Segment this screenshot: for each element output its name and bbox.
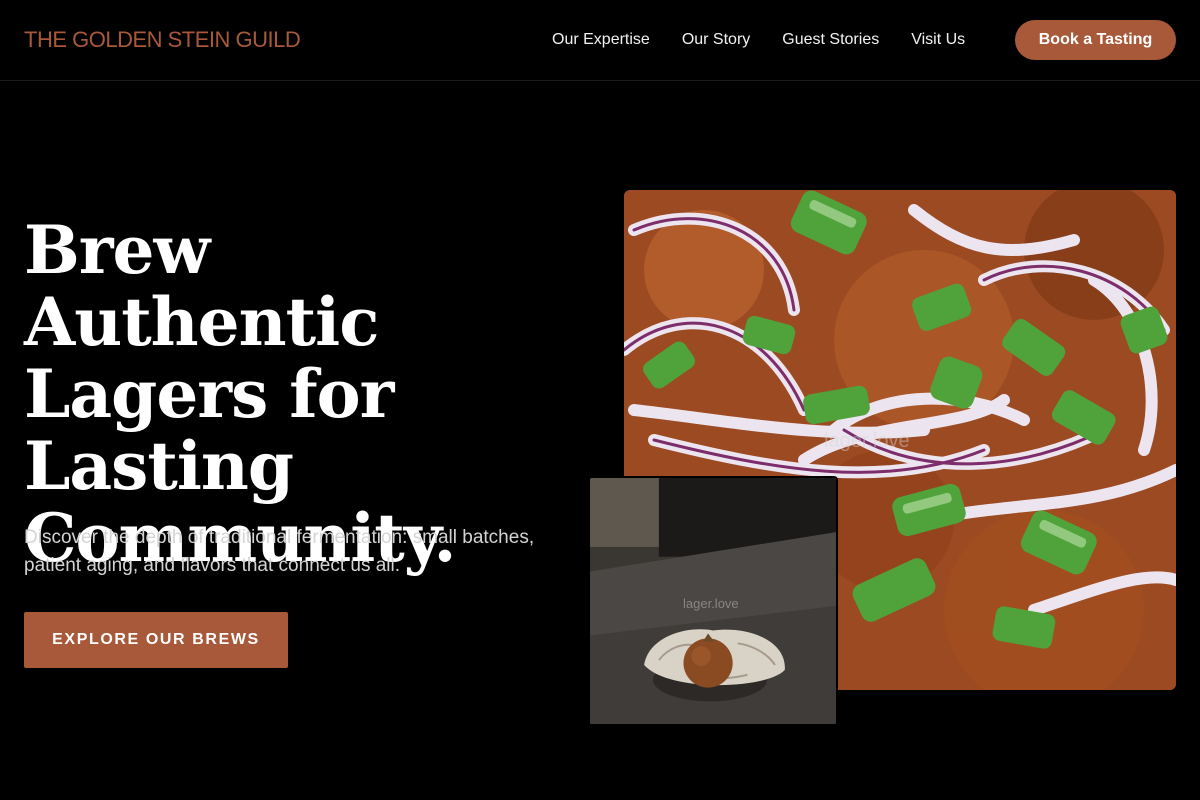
main-nav: Our Expertise Our Story Guest Stories Vi…	[552, 31, 997, 49]
inset-dish-photo: lager.love	[588, 476, 838, 726]
brand-logo[interactable]: THE GOLDEN STEIN GUILD	[24, 27, 301, 53]
hero-subtext: Discover the depth of traditional fermen…	[24, 527, 535, 576]
site-header: THE GOLDEN STEIN GUILD Our Expertise Our…	[0, 0, 1200, 81]
explore-brews-button[interactable]: EXPLORE OUR BREWS	[24, 612, 288, 668]
nav-link-guest-stories[interactable]: Guest Stories	[782, 31, 879, 49]
photo-watermark: lager.love	[824, 430, 910, 452]
nav-link-our-expertise[interactable]: Our Expertise	[552, 31, 650, 49]
photo-watermark-small: lager.love	[683, 596, 739, 611]
nav-link-our-story[interactable]: Our Story	[682, 31, 750, 49]
nav-link-visit-us[interactable]: Visit Us	[911, 31, 965, 49]
hero-headline: Brew Authentic Lagers for Lasting Commun…	[24, 211, 457, 577]
book-tasting-button[interactable]: Book a Tasting	[1015, 20, 1176, 60]
